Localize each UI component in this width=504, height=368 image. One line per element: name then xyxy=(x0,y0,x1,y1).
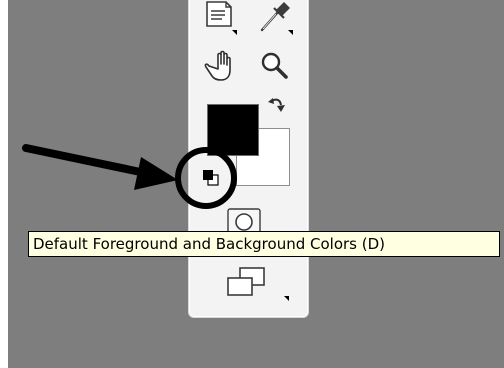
tool-flyout-indicator xyxy=(284,296,289,301)
hand-tool-button[interactable] xyxy=(199,48,239,84)
default-colors-button[interactable] xyxy=(201,168,221,188)
switch-colors-button[interactable] xyxy=(266,94,288,116)
notes-tool-button[interactable] xyxy=(200,0,240,36)
magnifier-icon xyxy=(261,52,288,79)
tooltip: Default Foreground and Background Colors… xyxy=(28,231,500,257)
foreground-color-swatch[interactable] xyxy=(207,104,259,156)
screen-mode-tool-button[interactable] xyxy=(226,266,289,302)
tool-flyout-indicator xyxy=(232,30,237,35)
eyedropper-tool-button[interactable] xyxy=(256,0,296,36)
swap-arrows-icon xyxy=(268,98,285,112)
hand-icon xyxy=(204,50,231,81)
screen-mode-icon xyxy=(227,267,265,296)
default-colors-icon xyxy=(203,170,219,186)
zoom-tool-button[interactable] xyxy=(255,48,295,84)
tool-flyout-indicator xyxy=(288,30,293,35)
